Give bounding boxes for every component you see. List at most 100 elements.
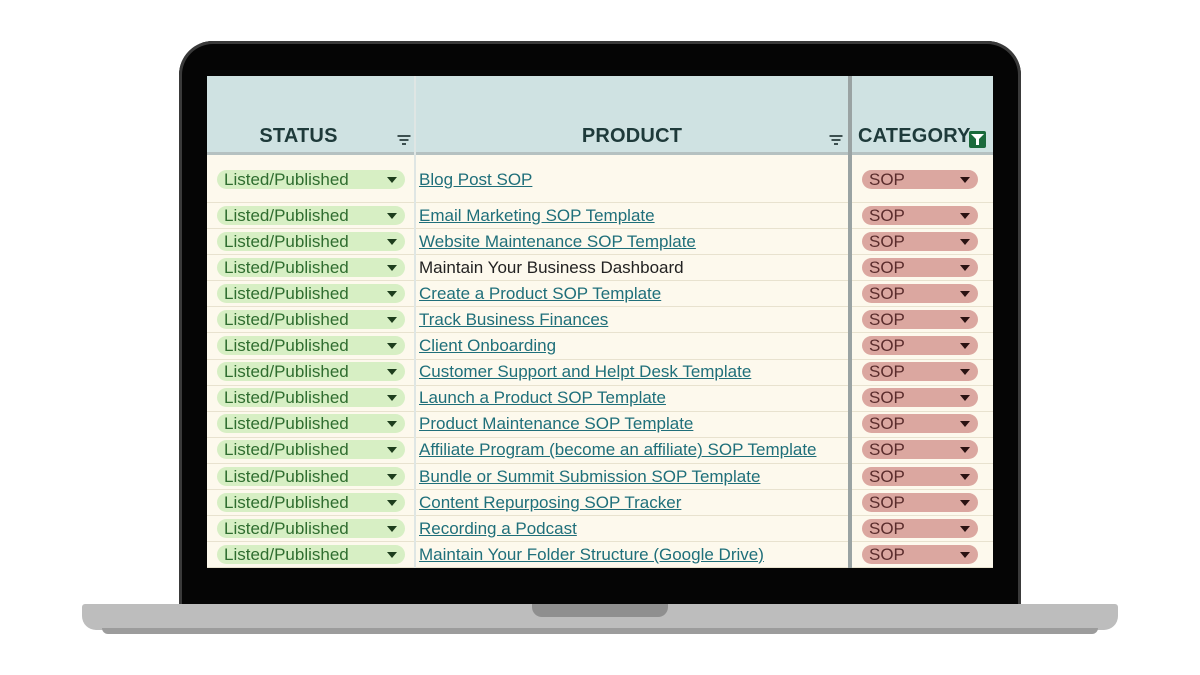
caret-down-icon [960, 551, 970, 558]
status-dropdown[interactable]: Listed/Published [217, 257, 405, 277]
caret-down-icon [960, 238, 970, 245]
category-value: SOP [869, 231, 905, 251]
caret-down-icon [387, 447, 397, 454]
caret-down-icon [960, 525, 970, 532]
status-dropdown[interactable]: Listed/Published [217, 466, 405, 486]
category-dropdown[interactable]: SOP [862, 518, 978, 538]
status-value: Listed/Published [224, 336, 349, 356]
table-row: Listed/Published Create a Product SOP Tem… [207, 280, 993, 308]
status-dropdown[interactable]: Listed/Published [217, 440, 405, 460]
filter-lines-icon[interactable] [829, 135, 842, 145]
spreadsheet-screen: STATUS PRODUCT CATEGORY Listed/Published… [207, 76, 993, 568]
product-link[interactable]: Customer Support and Helpt Desk Template [419, 362, 751, 381]
status-dropdown[interactable]: Listed/Published [217, 169, 405, 189]
category-dropdown[interactable]: SOP [862, 309, 978, 329]
category-value: SOP [869, 518, 905, 538]
product-link[interactable]: Content Repurposing SOP Tracker [419, 493, 681, 512]
status-dropdown[interactable]: Listed/Published [217, 283, 405, 303]
status-value: Listed/Published [224, 362, 349, 382]
category-value: SOP [869, 440, 905, 460]
caret-down-icon [960, 421, 970, 428]
category-dropdown[interactable]: SOP [862, 492, 978, 512]
category-dropdown[interactable]: SOP [862, 388, 978, 408]
caret-down-icon [960, 264, 970, 271]
status-value: Listed/Published [224, 466, 349, 486]
active-filter-icon[interactable] [969, 131, 986, 148]
caret-down-icon [960, 290, 970, 297]
table-row: Listed/Published Content Repurposing SOP … [207, 489, 993, 517]
product-link[interactable]: Create a Product SOP Template [419, 284, 661, 303]
category-value: SOP [869, 466, 905, 486]
filter-lines-icon[interactable] [397, 135, 410, 145]
category-dropdown[interactable]: SOP [862, 231, 978, 251]
status-value: Listed/Published [224, 518, 349, 538]
product-name: Maintain Your Business Dashboard [419, 257, 684, 277]
caret-down-icon [960, 212, 970, 219]
status-dropdown[interactable]: Listed/Published [217, 492, 405, 512]
category-dropdown[interactable]: SOP [862, 336, 978, 356]
caret-down-icon [387, 238, 397, 245]
laptop-notch [532, 604, 668, 617]
category-dropdown[interactable]: SOP [862, 544, 978, 564]
product-link[interactable]: Blog Post SOP [419, 170, 532, 189]
caret-down-icon [960, 499, 970, 506]
category-dropdown[interactable]: SOP [862, 257, 978, 277]
status-dropdown[interactable]: Listed/Published [217, 414, 405, 434]
table-row: Listed/Published Customer Support and Hel… [207, 359, 993, 386]
product-link[interactable]: Affiliate Program (become an affiliate) … [419, 440, 817, 459]
caret-down-icon [387, 525, 397, 532]
category-dropdown[interactable]: SOP [862, 362, 978, 382]
category-value: SOP [869, 362, 905, 382]
table-row: Listed/Published Maintain Your Folder Str… [207, 541, 993, 568]
product-link[interactable]: Website Maintenance SOP Template [419, 232, 696, 251]
category-dropdown[interactable]: SOP [862, 205, 978, 225]
caret-down-icon [960, 447, 970, 454]
category-dropdown[interactable]: SOP [862, 169, 978, 189]
category-dropdown[interactable]: SOP [862, 414, 978, 434]
table-row: Listed/Published Affiliate Program (becom… [207, 437, 993, 464]
table-row: Listed/Published Bundle or Summit Submiss… [207, 463, 993, 491]
category-dropdown[interactable]: SOP [862, 466, 978, 486]
product-link[interactable]: Launch a Product SOP Template [419, 388, 666, 407]
header-status-cell: STATUS [207, 76, 414, 154]
column-divider [414, 76, 416, 568]
table-row: Listed/Published Client Onboarding SOP [207, 333, 993, 360]
category-value: SOP [869, 492, 905, 512]
caret-down-icon [387, 395, 397, 402]
product-link[interactable]: Maintain Your Folder Structure (Google D… [419, 545, 764, 564]
caret-down-icon [387, 212, 397, 219]
laptop-mockup: STATUS PRODUCT CATEGORY Listed/Published… [0, 0, 1200, 675]
status-dropdown[interactable]: Listed/Published [217, 309, 405, 329]
category-value: SOP [869, 257, 905, 277]
product-link[interactable]: Client Onboarding [419, 336, 556, 355]
status-value: Listed/Published [224, 283, 349, 303]
category-dropdown[interactable]: SOP [862, 440, 978, 460]
status-dropdown[interactable]: Listed/Published [217, 205, 405, 225]
status-value: Listed/Published [224, 231, 349, 251]
caret-down-icon [387, 264, 397, 271]
caret-down-icon [960, 316, 970, 323]
product-link[interactable]: Product Maintenance SOP Template [419, 414, 693, 433]
product-link[interactable]: Email Marketing SOP Template [419, 206, 655, 225]
status-dropdown[interactable]: Listed/Published [217, 362, 405, 382]
category-value: SOP [869, 544, 905, 564]
status-dropdown[interactable]: Listed/Published [217, 388, 405, 408]
header-category-cell: CATEGORY [852, 76, 993, 154]
caret-down-icon [387, 343, 397, 350]
table-row: Listed/Published Product Maintenance SOP … [207, 411, 993, 438]
caret-down-icon [960, 176, 970, 183]
table-row: Listed/Published Blog Post SOP SOP [207, 156, 993, 203]
status-dropdown[interactable]: Listed/Published [217, 518, 405, 538]
status-dropdown[interactable]: Listed/Published [217, 336, 405, 356]
status-dropdown[interactable]: Listed/Published [217, 544, 405, 564]
product-link[interactable]: Bundle or Summit Submission SOP Template [419, 467, 760, 486]
status-value: Listed/Published [224, 492, 349, 512]
caret-down-icon [960, 473, 970, 480]
caret-down-icon [960, 395, 970, 402]
status-dropdown[interactable]: Listed/Published [217, 231, 405, 251]
product-link[interactable]: Track Business Finances [419, 310, 608, 329]
product-link[interactable]: Recording a Podcast [419, 519, 577, 538]
caret-down-icon [387, 473, 397, 480]
table-row: Listed/Published Recording a Podcast SOP [207, 515, 993, 543]
category-dropdown[interactable]: SOP [862, 283, 978, 303]
